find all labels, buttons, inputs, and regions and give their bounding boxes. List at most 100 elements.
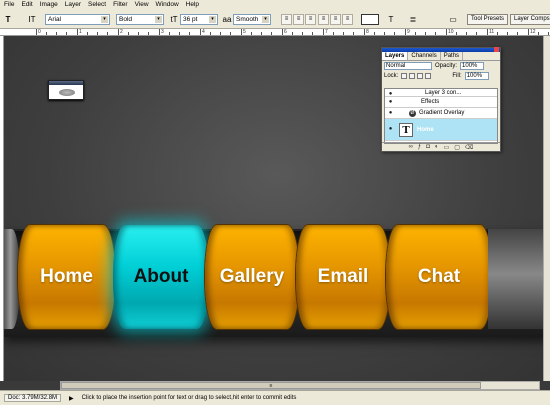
new-layer-icon[interactable]: ▢ bbox=[454, 144, 460, 151]
lock-row: Lock: Fill: 100% bbox=[382, 71, 500, 81]
menu-edit[interactable]: Edit bbox=[21, 0, 32, 9]
panel-footer: ∞ ƒ ◘ ◐ ▭ ▢ ⌫ bbox=[382, 142, 500, 151]
scroll-thumb[interactable]: ≡ bbox=[61, 382, 481, 389]
ruler-label: 11 bbox=[489, 29, 495, 35]
text-layer-thumbnail: T bbox=[399, 122, 413, 137]
tab-channels[interactable]: Channels bbox=[408, 52, 441, 60]
printer-icon[interactable]: ▭ bbox=[447, 14, 459, 25]
link-layers-icon[interactable]: ∞ bbox=[409, 144, 413, 150]
tab-paths[interactable]: Paths bbox=[441, 52, 464, 60]
font-size-select[interactable]: 36 pt ▾ bbox=[180, 14, 218, 25]
character-palette-icon[interactable]: ≣ bbox=[407, 14, 419, 25]
align-left-icon[interactable]: ≡ bbox=[281, 14, 292, 25]
warp-text-icon[interactable]: T bbox=[385, 14, 397, 25]
menu-image[interactable]: Image bbox=[40, 0, 58, 9]
ruler-tick bbox=[374, 32, 375, 35]
add-style-icon[interactable]: ƒ bbox=[418, 144, 421, 150]
trash-icon[interactable]: ⌫ bbox=[465, 144, 473, 151]
justify-right-icon[interactable]: ≡ bbox=[342, 14, 353, 25]
lock-pixels-icon[interactable] bbox=[409, 73, 416, 79]
horizontal-ruler: 0 1 2 3 4 5 6 7 8 9 10 11 12 bbox=[0, 29, 550, 36]
alignment-group: ≡ ≡ ≡ bbox=[281, 14, 316, 25]
layer-comps-tab[interactable]: Layer Comps bbox=[510, 14, 550, 25]
ruler-label: 12 bbox=[530, 29, 536, 35]
ruler-tick bbox=[333, 32, 334, 35]
blend-row: Normal Opacity: 100% bbox=[382, 61, 500, 71]
ruler-tick bbox=[159, 29, 160, 35]
justify-left-icon[interactable]: ≡ bbox=[318, 14, 329, 25]
ruler-tick bbox=[46, 32, 47, 35]
lock-transparency-icon[interactable] bbox=[401, 73, 408, 79]
ruler-tick bbox=[118, 29, 119, 35]
layers-list: ● Layer 3 con... ● Effects ● Ø Gradient O… bbox=[384, 88, 498, 144]
ruler-tick bbox=[251, 32, 252, 35]
adjustment-layer-icon[interactable]: ◐ bbox=[435, 144, 439, 150]
menu-help[interactable]: Help bbox=[186, 0, 199, 9]
font-style-select[interactable]: Bold ▾ bbox=[116, 14, 164, 25]
thumbnail-image bbox=[48, 80, 84, 100]
status-bar: Doc: 3.79M/32.8M ▶ Click to place the in… bbox=[0, 390, 550, 405]
text-orientation-icon[interactable]: IT bbox=[26, 14, 38, 25]
ruler-tick bbox=[128, 32, 129, 35]
opacity-field[interactable]: 100% bbox=[460, 62, 485, 70]
ruler-label: 0 bbox=[38, 29, 41, 35]
ruler-tick bbox=[528, 29, 529, 35]
close-icon[interactable] bbox=[494, 47, 499, 52]
justify-center-icon[interactable]: ≡ bbox=[330, 14, 341, 25]
lock-all-icon[interactable] bbox=[425, 73, 432, 79]
status-arrow-icon[interactable]: ▶ bbox=[69, 395, 74, 402]
effects-label: Effects bbox=[421, 99, 440, 105]
lock-position-icon[interactable] bbox=[417, 73, 424, 79]
ruler-tick bbox=[230, 32, 231, 35]
ruler-label: 1 bbox=[79, 29, 82, 35]
menu-layer[interactable]: Layer bbox=[65, 0, 81, 9]
nav-button-about[interactable]: About bbox=[113, 225, 209, 329]
panel-titlebar[interactable] bbox=[382, 47, 500, 52]
add-mask-icon[interactable]: ◘ bbox=[426, 144, 430, 150]
align-center-icon[interactable]: ≡ bbox=[293, 14, 304, 25]
ruler-tick bbox=[497, 32, 498, 35]
eye-icon[interactable]: ● bbox=[386, 110, 395, 117]
ruler-tick bbox=[220, 32, 221, 35]
gradient-overlay-row[interactable]: ● Ø Gradient Overlay bbox=[385, 108, 497, 119]
ruler-tick bbox=[138, 32, 139, 35]
doc-size[interactable]: Doc: 3.79M/32.8M bbox=[4, 394, 62, 402]
ruler-tick bbox=[466, 32, 467, 35]
type-tool-icon[interactable]: T bbox=[2, 14, 14, 25]
anti-alias-icon: aa bbox=[222, 15, 232, 24]
menu-view[interactable]: View bbox=[135, 0, 149, 9]
menu-file[interactable]: File bbox=[4, 0, 14, 9]
effect-icon: Ø bbox=[409, 109, 416, 117]
layer-row-home[interactable]: ● T Home bbox=[385, 119, 497, 141]
nav-button-home[interactable]: Home bbox=[18, 225, 115, 329]
text-color-swatch[interactable] bbox=[361, 14, 379, 25]
vertical-scrollbar[interactable] bbox=[543, 36, 550, 381]
nav-button-chat[interactable]: Chat bbox=[386, 225, 492, 329]
nav-button-gallery[interactable]: Gallery bbox=[205, 225, 299, 329]
horizontal-scrollbar[interactable]: ≡ bbox=[60, 381, 540, 390]
ruler-label: 9 bbox=[407, 29, 410, 35]
font-family-select[interactable]: Arial ▾ bbox=[45, 14, 110, 25]
fill-field[interactable]: 100% bbox=[464, 72, 489, 80]
ruler-tick bbox=[179, 32, 180, 35]
nav-button-email[interactable]: Email bbox=[296, 225, 390, 329]
anti-alias-select[interactable]: Smooth ▾ bbox=[233, 14, 271, 25]
menu-window[interactable]: Window bbox=[156, 0, 179, 9]
chevron-down-icon: ▾ bbox=[101, 16, 108, 23]
align-right-icon[interactable]: ≡ bbox=[305, 14, 316, 25]
eye-icon[interactable]: ● bbox=[386, 126, 395, 133]
menu-filter[interactable]: Filter bbox=[113, 0, 127, 9]
blend-mode-select[interactable]: Normal bbox=[384, 62, 432, 70]
chevron-down-icon: ▾ bbox=[262, 16, 269, 23]
tab-layers[interactable]: Layers bbox=[382, 52, 409, 60]
new-group-icon[interactable]: ▭ bbox=[444, 144, 450, 151]
ruler-tick bbox=[302, 32, 303, 35]
effects-row[interactable]: ● Effects bbox=[385, 97, 497, 108]
eye-icon[interactable]: ● bbox=[386, 99, 395, 106]
layer-row-partial[interactable]: ● Layer 3 con... bbox=[385, 89, 497, 97]
tool-presets-tab[interactable]: Tool Presets bbox=[467, 14, 509, 25]
opacity-label: Opacity: bbox=[435, 63, 458, 69]
menu-bar: File Edit Image Layer Select Filter View… bbox=[0, 0, 550, 9]
menu-select[interactable]: Select bbox=[88, 0, 106, 9]
ruler-tick bbox=[292, 32, 293, 35]
